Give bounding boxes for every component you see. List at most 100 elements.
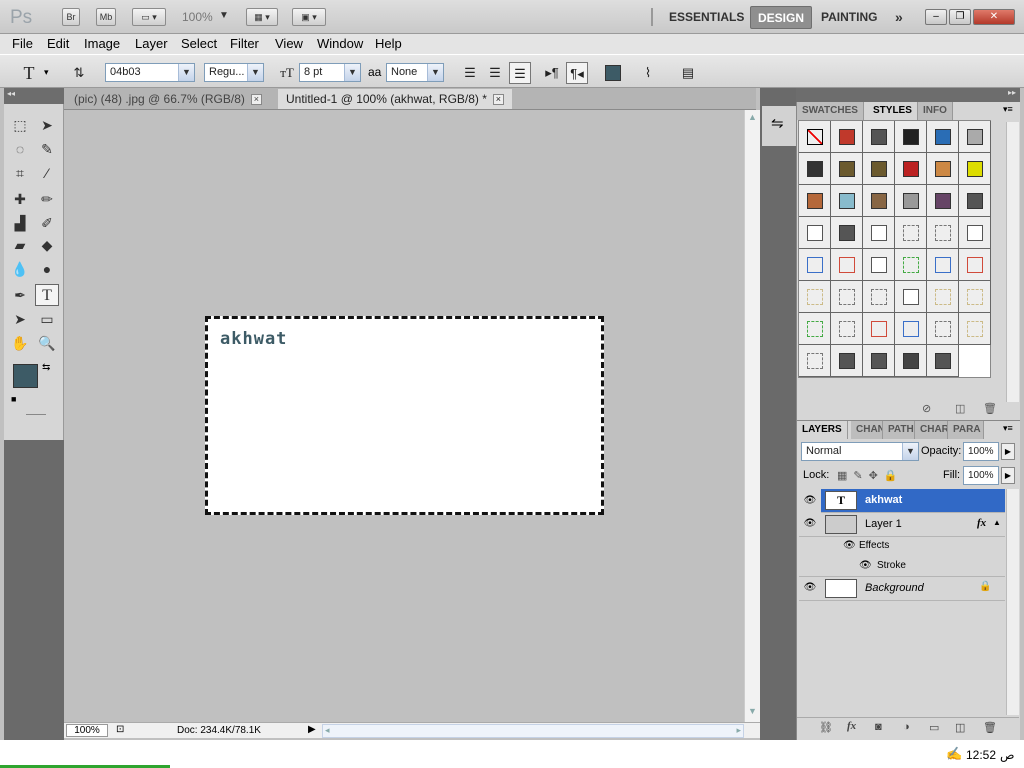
screen-mode-button[interactable]: ▣ ▾: [292, 8, 326, 26]
blend-mode-select[interactable]: Normal ▼: [801, 442, 919, 461]
style-preset[interactable]: [895, 345, 927, 377]
expand-effects-icon[interactable]: ▲: [993, 518, 1001, 527]
delete-layer-icon[interactable]: 🗑: [983, 721, 997, 734]
vertical-scrollbar[interactable]: ▲ ▼: [744, 110, 760, 722]
blur-tool-icon[interactable]: 💧: [8, 258, 32, 280]
tab-untitled-1[interactable]: Untitled-1 @ 100% (akhwat, RGB/8) * ×: [278, 89, 512, 109]
zoom-level[interactable]: 100%: [182, 10, 213, 24]
align-left-icon[interactable]: ☰: [459, 62, 481, 84]
style-preset[interactable]: [927, 185, 959, 217]
style-preset[interactable]: [959, 249, 991, 281]
tab-layers[interactable]: LAYERS: [797, 421, 848, 439]
menu-window[interactable]: Window: [317, 36, 363, 51]
style-preset[interactable]: [895, 121, 927, 153]
tab-paragraph[interactable]: PARA: [948, 421, 984, 439]
healing-brush-icon[interactable]: ✚: [8, 188, 32, 210]
style-preset[interactable]: [895, 153, 927, 185]
add-mask-icon[interactable]: ◙: [875, 721, 882, 733]
style-preset[interactable]: [927, 153, 959, 185]
style-preset[interactable]: [959, 313, 991, 345]
crop-tool-icon[interactable]: ⌗: [8, 162, 32, 184]
minimize-button[interactable]: –: [925, 9, 947, 25]
quick-selection-icon[interactable]: ✎: [35, 138, 59, 160]
style-preset[interactable]: [927, 345, 959, 377]
canvas-text-layer[interactable]: akhwat: [220, 329, 287, 349]
workspace-design[interactable]: DESIGN: [750, 6, 813, 29]
style-preset[interactable]: [863, 281, 895, 313]
pen-tool-icon[interactable]: ✒: [8, 284, 32, 306]
new-layer-icon[interactable]: ◫: [955, 721, 965, 734]
style-preset[interactable]: [959, 217, 991, 249]
style-preset[interactable]: [863, 121, 895, 153]
eye-icon[interactable]: 👁: [799, 489, 821, 513]
style-preset[interactable]: [959, 281, 991, 313]
fx-icon[interactable]: fx: [977, 517, 986, 529]
launch-mini-bridge-button[interactable]: Mb: [96, 8, 116, 26]
launch-bridge-button[interactable]: Br: [62, 8, 80, 26]
chevron-down-icon[interactable]: ▼: [427, 64, 443, 81]
chevron-down-icon[interactable]: ▼: [247, 64, 263, 81]
style-preset[interactable]: [895, 249, 927, 281]
tab-channels[interactable]: CHAN: [851, 421, 883, 439]
style-preset[interactable]: [831, 281, 863, 313]
menu-view[interactable]: View: [275, 36, 303, 51]
eye-icon[interactable]: 👁: [843, 540, 856, 551]
zoom-tool-icon[interactable]: 🔍: [35, 332, 59, 354]
eye-icon[interactable]: 👁: [859, 560, 872, 571]
character-panel-icon[interactable]: ▤: [677, 62, 699, 84]
layer-row-akhwat[interactable]: 👁 T akhwat: [799, 489, 1005, 513]
style-preset[interactable]: [895, 217, 927, 249]
restore-button[interactable]: ❐: [949, 9, 971, 25]
stroke-effect-row[interactable]: 👁 Stroke: [799, 557, 1005, 577]
new-style-icon[interactable]: ◫: [955, 402, 965, 415]
style-preset[interactable]: [831, 185, 863, 217]
move-tool-icon[interactable]: ➤: [35, 114, 59, 136]
style-preset[interactable]: [895, 281, 927, 313]
style-preset[interactable]: [959, 153, 991, 185]
adjustment-layer-icon[interactable]: ◑: [903, 721, 910, 733]
tab-character[interactable]: CHAR: [915, 421, 948, 439]
collapse-icon[interactable]: ▸▸: [1008, 88, 1016, 97]
layer-row-background[interactable]: 👁 Background 🔒: [799, 577, 1005, 601]
style-preset[interactable]: [799, 345, 831, 377]
opacity-field[interactable]: 100%: [963, 442, 999, 461]
view-extras-button[interactable]: ▭ ▾: [132, 8, 166, 26]
rectangle-tool-icon[interactable]: ▭: [35, 308, 59, 330]
tab-styles[interactable]: STYLES: [868, 102, 918, 120]
status-menu-icon[interactable]: ▶: [308, 724, 316, 735]
styles-scrollbar[interactable]: [1006, 122, 1019, 402]
new-group-icon[interactable]: ▭: [929, 721, 939, 734]
style-preset[interactable]: [799, 121, 831, 153]
tab-paths[interactable]: PATH: [883, 421, 915, 439]
style-preset[interactable]: [927, 281, 959, 313]
style-preset[interactable]: [831, 345, 863, 377]
clone-stamp-icon[interactable]: ▟: [8, 212, 32, 234]
warp-text-icon[interactable]: ⌇: [637, 62, 659, 84]
right-panel-header[interactable]: ▸▸: [796, 88, 1020, 102]
style-preset[interactable]: [927, 313, 959, 345]
style-preset[interactable]: [799, 185, 831, 217]
style-preset[interactable]: [863, 153, 895, 185]
close-button[interactable]: ✕: [973, 9, 1015, 25]
close-icon[interactable]: ×: [250, 94, 262, 106]
style-preset[interactable]: [927, 121, 959, 153]
style-preset[interactable]: [863, 217, 895, 249]
chevron-down-icon[interactable]: ▼: [178, 64, 194, 81]
font-family-field[interactable]: 04b03 ▼: [105, 63, 195, 82]
style-preset[interactable]: [799, 153, 831, 185]
history-panel-icon[interactable]: ⇋: [771, 114, 784, 132]
hand-tool-icon[interactable]: ✋: [8, 332, 32, 354]
eye-icon[interactable]: 👁: [803, 582, 817, 594]
zoom-field[interactable]: 100%: [66, 724, 108, 737]
eraser-icon[interactable]: ▰: [8, 234, 32, 256]
tab-info[interactable]: INFO: [918, 102, 953, 120]
style-preset[interactable]: [831, 121, 863, 153]
style-preset[interactable]: [927, 217, 959, 249]
style-preset[interactable]: [831, 249, 863, 281]
ltr-direction-icon[interactable]: ▸¶: [541, 62, 563, 84]
menu-file[interactable]: File: [12, 36, 33, 51]
link-layers-icon[interactable]: ⛓: [819, 721, 833, 734]
style-preset[interactable]: [863, 345, 895, 377]
panel-menu-icon[interactable]: ▾≡: [1003, 104, 1013, 115]
scroll-up-icon[interactable]: ▲: [748, 112, 757, 122]
